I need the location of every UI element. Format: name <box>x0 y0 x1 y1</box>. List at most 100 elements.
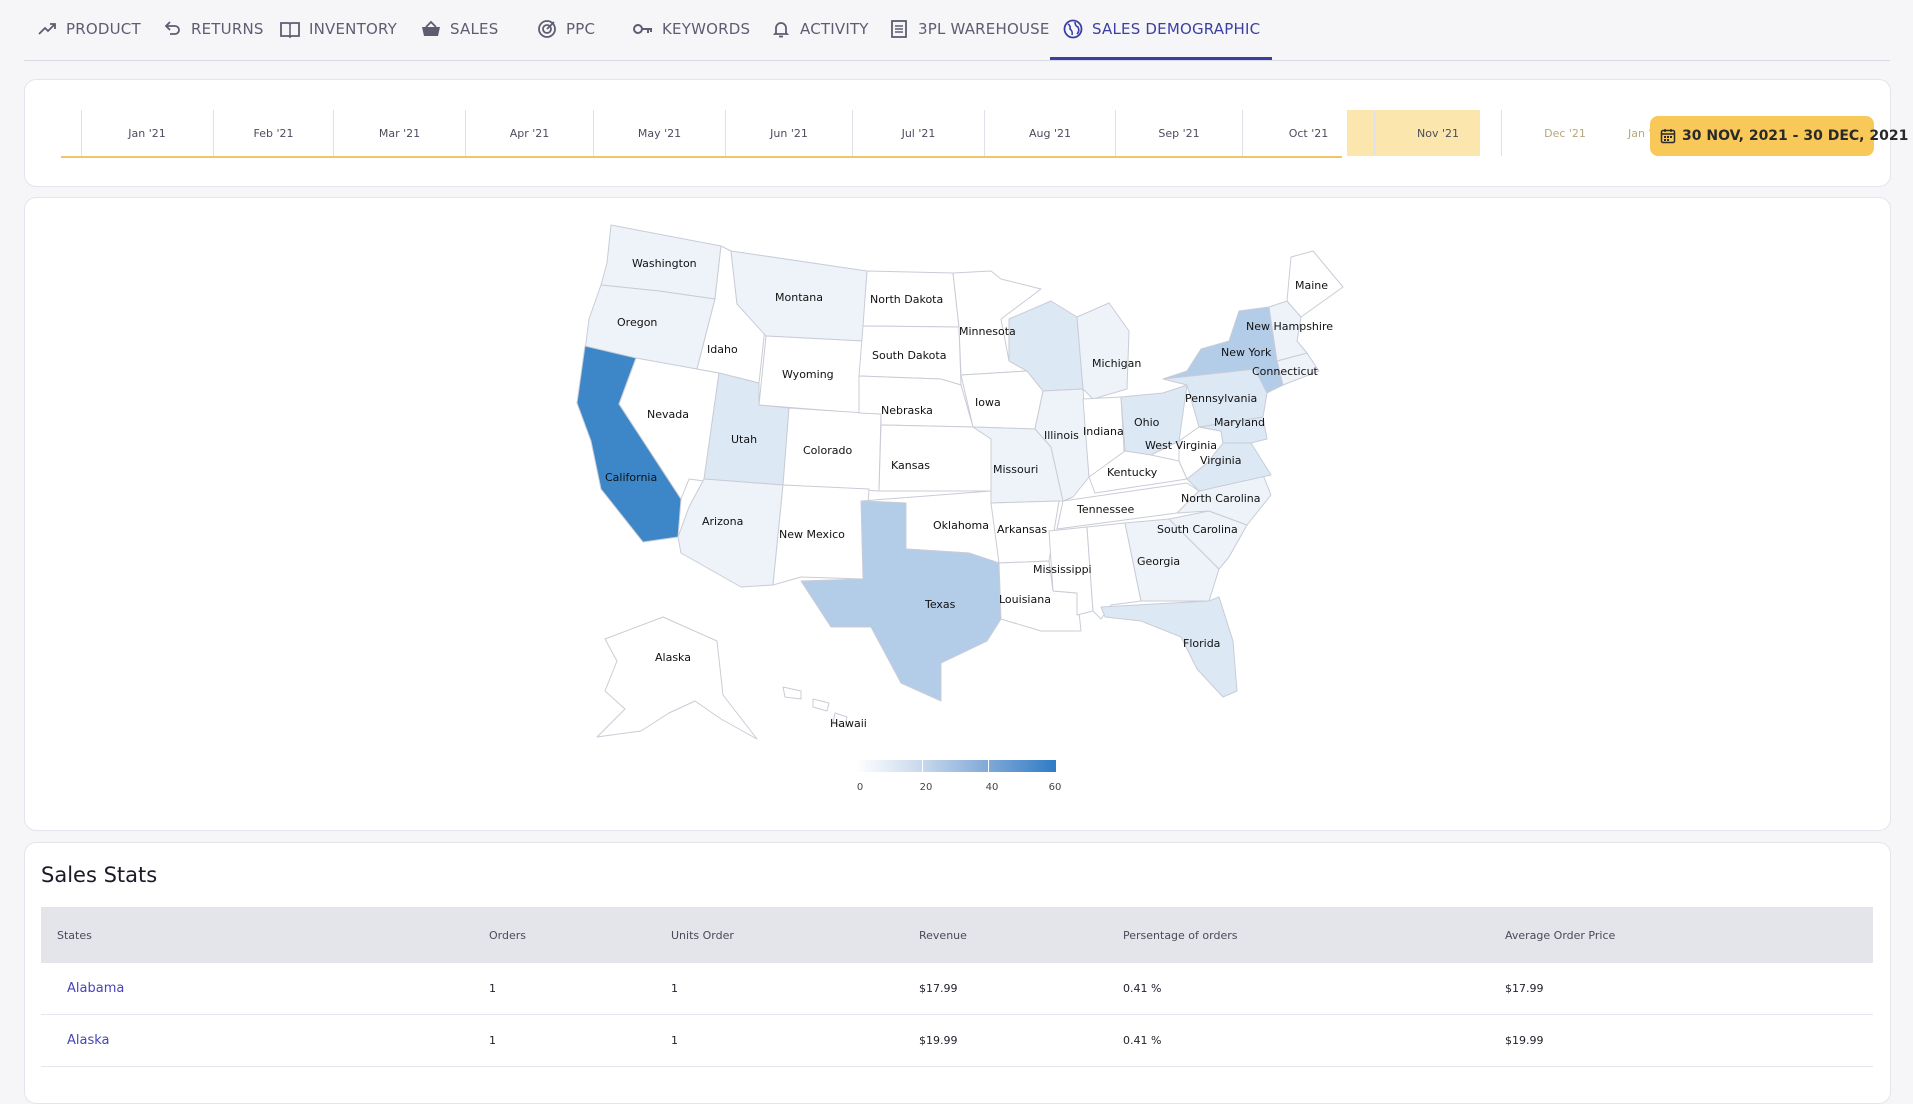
state-label: New Hampshire <box>1246 320 1333 333</box>
tab-label: PRODUCT <box>66 20 141 38</box>
timeline-month: Feb '21 <box>214 110 334 156</box>
state-link[interactable]: Alabama <box>41 981 489 996</box>
state-label: North Carolina <box>1181 492 1261 505</box>
revenue-cell: $19.99 <box>919 1034 958 1047</box>
orders-cell: 1 <box>489 1034 496 1047</box>
table-row: Alaska 1 1 $19.99 0.41 % $19.99 <box>41 1015 1873 1067</box>
date-range-label: 30 NOV, 2021 - 30 DEC, 2021 <box>1682 128 1909 144</box>
state-label: Georgia <box>1137 555 1180 568</box>
state-label: Montana <box>775 291 823 304</box>
state-label: Oregon <box>617 316 657 329</box>
state-label: Colorado <box>803 444 852 457</box>
state-label: Tennessee <box>1076 503 1135 516</box>
book-icon <box>279 18 301 40</box>
state-label: Maryland <box>1214 416 1265 429</box>
state-label: Pennsylvania <box>1185 392 1257 405</box>
tab-inventory[interactable]: INVENTORY <box>279 0 397 58</box>
state-label: Texas <box>924 598 956 611</box>
state-label: Indiana <box>1083 425 1124 438</box>
state-michigan[interactable] <box>1076 302 1130 400</box>
timeline-brush[interactable]: Jan '21 Feb '21 Mar '21 Apr '21 May '21 … <box>61 110 1658 158</box>
column-header-states[interactable]: States <box>41 929 489 942</box>
column-header-revenue[interactable]: Revenue <box>919 929 1123 942</box>
tab-sales-demographic[interactable]: SALES DEMOGRAPHIC <box>1050 0 1273 60</box>
column-header-orders[interactable]: Orders <box>489 929 671 942</box>
tab-sales[interactable]: SALES <box>420 0 498 58</box>
calendar-icon <box>1660 128 1676 144</box>
tab-returns[interactable]: RETURNS <box>161 0 264 58</box>
state-label: Oklahoma <box>933 519 989 532</box>
state-label: Ohio <box>1134 416 1160 429</box>
state-label: Louisiana <box>999 593 1051 606</box>
timeline-month: Mar '21 <box>334 110 466 156</box>
legend-tick-label: 20 <box>919 782 933 793</box>
state-label: Florida <box>1183 637 1220 650</box>
globe-icon <box>1062 18 1084 40</box>
state-label: South Dakota <box>872 349 946 362</box>
units-cell: 1 <box>671 982 678 995</box>
legend-gradient-bar <box>856 760 1056 772</box>
sales-stats-card: Sales Stats States Orders Units Order Re… <box>24 842 1891 1104</box>
state-label: New Mexico <box>779 528 845 541</box>
state-label: Arizona <box>702 515 743 528</box>
state-label: Arkansas <box>997 523 1047 536</box>
tab-product[interactable]: PRODUCT <box>36 0 141 58</box>
state-label: Maine <box>1295 279 1328 292</box>
state-label: Minnesota <box>959 325 1016 338</box>
column-header-percentage[interactable]: Persentage of orders <box>1123 929 1505 942</box>
state-label: Iowa <box>975 396 1001 409</box>
legend-tick-label: 40 <box>985 782 999 793</box>
table-header: States Orders Units Order Revenue Persen… <box>41 907 1873 963</box>
legend-tick <box>922 760 923 772</box>
state-label: Mississippi <box>1033 563 1092 576</box>
timeline-month: Jan '21 <box>81 110 214 156</box>
timeline-start-edge <box>61 110 82 156</box>
column-header-avg-price[interactable]: Average Order Price <box>1505 929 1873 942</box>
state-label: Connecticut <box>1252 365 1319 378</box>
target-icon <box>536 18 558 40</box>
avg-price-cell: $19.99 <box>1505 1034 1544 1047</box>
tab-label: RETURNS <box>191 20 264 38</box>
bell-icon <box>770 18 792 40</box>
us-choropleth-map: Washington Oregon California Nevada Idah… <box>576 224 1344 740</box>
state-label: Missouri <box>993 463 1038 476</box>
legend-tick-label: 0 <box>856 782 864 793</box>
avg-price-cell: $17.99 <box>1505 982 1544 995</box>
state-label: Illinois <box>1044 429 1079 442</box>
state-label: Michigan <box>1092 357 1141 370</box>
state-alaska[interactable] <box>596 616 758 740</box>
timeline-card: Jan '21 Feb '21 Mar '21 Apr '21 May '21 … <box>24 79 1908 187</box>
timeline-month: Sep '21 <box>1116 110 1243 156</box>
tab-keywords[interactable]: KEYWORDS <box>632 0 750 58</box>
trending-up-icon <box>36 18 58 40</box>
timeline-month: May '21 <box>594 110 726 156</box>
sales-stats-title: Sales Stats <box>41 863 158 887</box>
tab-activity[interactable]: ACTIVITY <box>770 0 869 58</box>
state-label: Wyoming <box>782 368 834 381</box>
state-kansas[interactable] <box>878 424 992 492</box>
timeline-month: Aug '21 <box>985 110 1116 156</box>
tab-label: SALES DEMOGRAPHIC <box>1092 20 1261 38</box>
state-link[interactable]: Alaska <box>41 1033 489 1048</box>
tab-ppc[interactable]: PPC <box>536 0 595 58</box>
state-iowa[interactable] <box>960 370 1044 430</box>
percentage-cell: 0.41 % <box>1123 982 1162 995</box>
state-label: South Carolina <box>1157 523 1238 536</box>
timeline-month: Nov '21 <box>1375 110 1502 156</box>
tab-label: KEYWORDS <box>662 20 751 38</box>
state-label: California <box>605 471 657 484</box>
state-label: Washington <box>632 257 697 270</box>
state-arizona[interactable] <box>677 478 784 588</box>
top-nav-tabs: PRODUCT RETURNS INVENTORY SALES PPC KEYW… <box>24 0 1890 61</box>
sales-stats-table: States Orders Units Order Revenue Persen… <box>41 907 1873 1067</box>
date-range-button[interactable]: 30 NOV, 2021 - 30 DEC, 2021 <box>1650 116 1908 156</box>
state-label: West Virginia <box>1145 439 1217 452</box>
list-icon <box>888 18 910 40</box>
map-card: Washington Oregon California Nevada Idah… <box>24 197 1891 831</box>
column-header-units-order[interactable]: Units Order <box>671 929 919 942</box>
units-cell: 1 <box>671 1034 678 1047</box>
tab-label: PPC <box>566 20 596 38</box>
basket-icon <box>420 18 442 40</box>
tab-3pl-warehouse[interactable]: 3PL WAREHOUSE <box>888 0 1050 58</box>
undo-icon <box>161 18 183 40</box>
